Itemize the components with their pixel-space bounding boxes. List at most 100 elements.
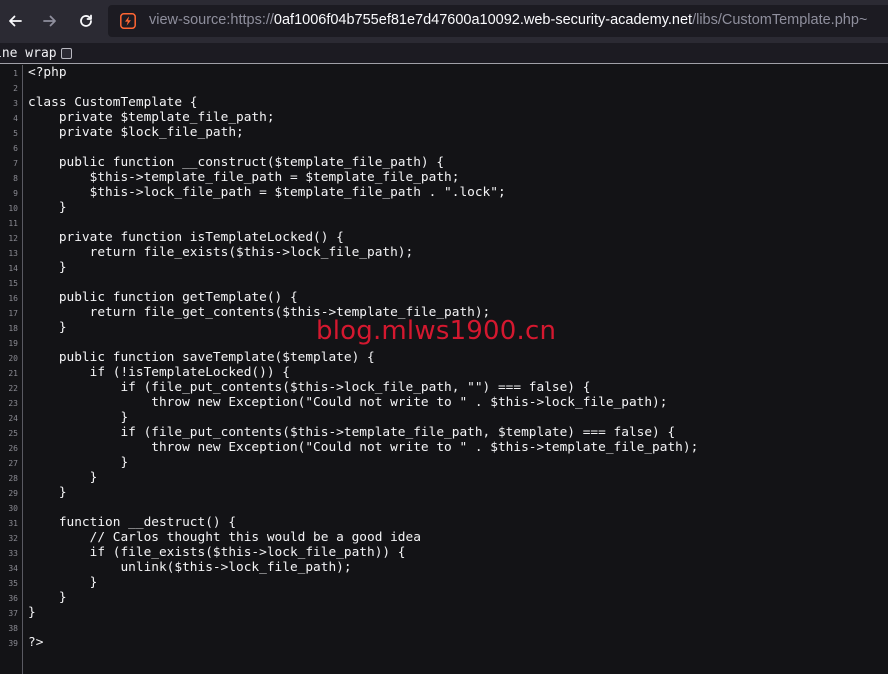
source-line: 25 if (file_put_contents($this->template… [0,425,888,440]
line-number: 17 [8,309,18,318]
line-number: 34 [8,564,18,573]
back-button[interactable] [4,10,26,32]
forward-button[interactable] [39,10,61,32]
source-line: 16 public function getTemplate() { [0,290,888,305]
url-text: view-source:https://0af1006f04b755ef81e7… [149,12,867,28]
source-line: 8 $this->template_file_path = $template_… [0,170,888,185]
source-line: 3 class CustomTemplate { [0,95,888,110]
reload-icon [80,14,92,27]
line-number: 39 [8,639,18,648]
line-number: 21 [8,369,18,378]
source-line: 37} [0,605,888,620]
source-line: 34 unlink($this->lock_file_path); [0,560,888,575]
source-line: 15 [0,275,888,290]
line-number: 3 [13,99,18,108]
source-line: 7 public function __construct($template_… [0,155,888,170]
line-code: unlink($this->lock_file_path); [28,560,352,575]
source-line: 32 // Carlos thought this would be a goo… [0,530,888,545]
line-number: 23 [8,399,18,408]
line-code: } [28,200,67,215]
line-code: if (file_put_contents($this->lock_file_p… [28,380,591,395]
line-code: public function __construct($template_fi… [28,155,445,170]
line-code: throw new Exception("Could not write to … [28,440,699,455]
source-line: 20 public function saveTemplate($templat… [0,350,888,365]
line-number: 6 [13,144,18,153]
source-line: 36 } [0,590,888,605]
line-code: if (file_exists($this->lock_file_path)) … [28,545,406,560]
line-wrap-toggle[interactable]: ine wrap [0,46,72,61]
line-number: 20 [8,354,18,363]
source-line: 23 throw new Exception("Could not write … [0,395,888,410]
line-code: } [28,575,98,590]
source-line: 10 } [0,200,888,215]
address-bar[interactable]: view-source:https://0af1006f04b755ef81e7… [108,5,888,37]
source-line: 13 return file_exists($this->lock_file_p… [0,245,888,260]
source-line: 35 } [0,575,888,590]
line-code: } [28,485,67,500]
line-code: private function isTemplateLocked() { [28,230,344,245]
line-number: 18 [8,324,18,333]
line-code: } [28,410,129,425]
line-number: 4 [13,114,18,123]
source-line: 5 private $lock_file_path; [0,125,888,140]
line-code: private $lock_file_path; [28,125,244,140]
line-code: } [28,455,129,470]
line-wrap-label: ine wrap [0,46,57,61]
line-wrap-checkbox[interactable] [60,48,72,59]
line-code: <?php [28,65,67,80]
line-number: 2 [13,84,18,93]
line-number: 36 [8,594,18,603]
line-code: if (file_put_contents($this->template_fi… [28,425,676,440]
line-number: 10 [8,204,18,213]
source-line: 9 $this->lock_file_path = $template_file… [0,185,888,200]
line-number: 19 [8,339,18,348]
line-number: 22 [8,384,18,393]
line-number: 30 [8,504,18,513]
arrow-right-icon [43,15,56,27]
arrow-left-icon [9,15,22,27]
url-host: 0af1006f04b755ef81e7d47600a10092.web-sec… [273,12,693,28]
line-number: 38 [8,624,18,633]
line-number: 1 [13,69,18,78]
line-number: 24 [8,414,18,423]
line-code: } [28,320,67,335]
source-line: 6 [0,140,888,155]
line-number: 13 [8,249,18,258]
line-code: $this->template_file_path = $template_fi… [28,170,460,185]
line-code: } [28,260,67,275]
source-line: 24 } [0,410,888,425]
line-code: ?> [28,635,44,650]
line-code: private $template_file_path; [28,110,275,125]
line-number: 29 [8,489,18,498]
line-number: 37 [8,609,18,618]
url-prefix: view-source:https:// [149,12,274,28]
source-line: 1 <?php [0,65,888,80]
line-number: 14 [8,264,18,273]
source-line: 27 } [0,455,888,470]
source-line: 28 } [0,470,888,485]
line-number: 25 [8,429,18,438]
source-view: 1 <?php 2 3 class CustomTemplate { 4 private … [0,65,888,674]
source-line: 29 } [0,485,888,500]
line-number: 26 [8,444,18,453]
line-code: } [28,590,67,605]
line-number: 16 [8,294,18,303]
burp-lightning-icon [120,13,136,29]
source-line: 14 } [0,260,888,275]
line-number: 9 [13,189,18,198]
source-line: 2 [0,80,888,95]
reload-button[interactable] [75,10,97,32]
source-line: 33 if (file_exists($this->lock_file_path… [0,545,888,560]
line-number: 32 [8,534,18,543]
source-line: 26 throw new Exception("Could not write … [0,440,888,455]
source-line: 22 if (file_put_contents($this->lock_fil… [0,380,888,395]
line-number: 35 [8,579,18,588]
line-number: 33 [8,549,18,558]
line-number: 27 [8,459,18,468]
line-number: 15 [8,279,18,288]
line-code: $this->lock_file_path = $template_file_p… [28,185,506,200]
line-code: // Carlos thought this would be a good i… [28,530,421,545]
line-code: public function saveTemplate($template) … [28,350,375,365]
watermark: blog.mlws1900.cn [316,316,557,346]
line-number: 28 [8,474,18,483]
